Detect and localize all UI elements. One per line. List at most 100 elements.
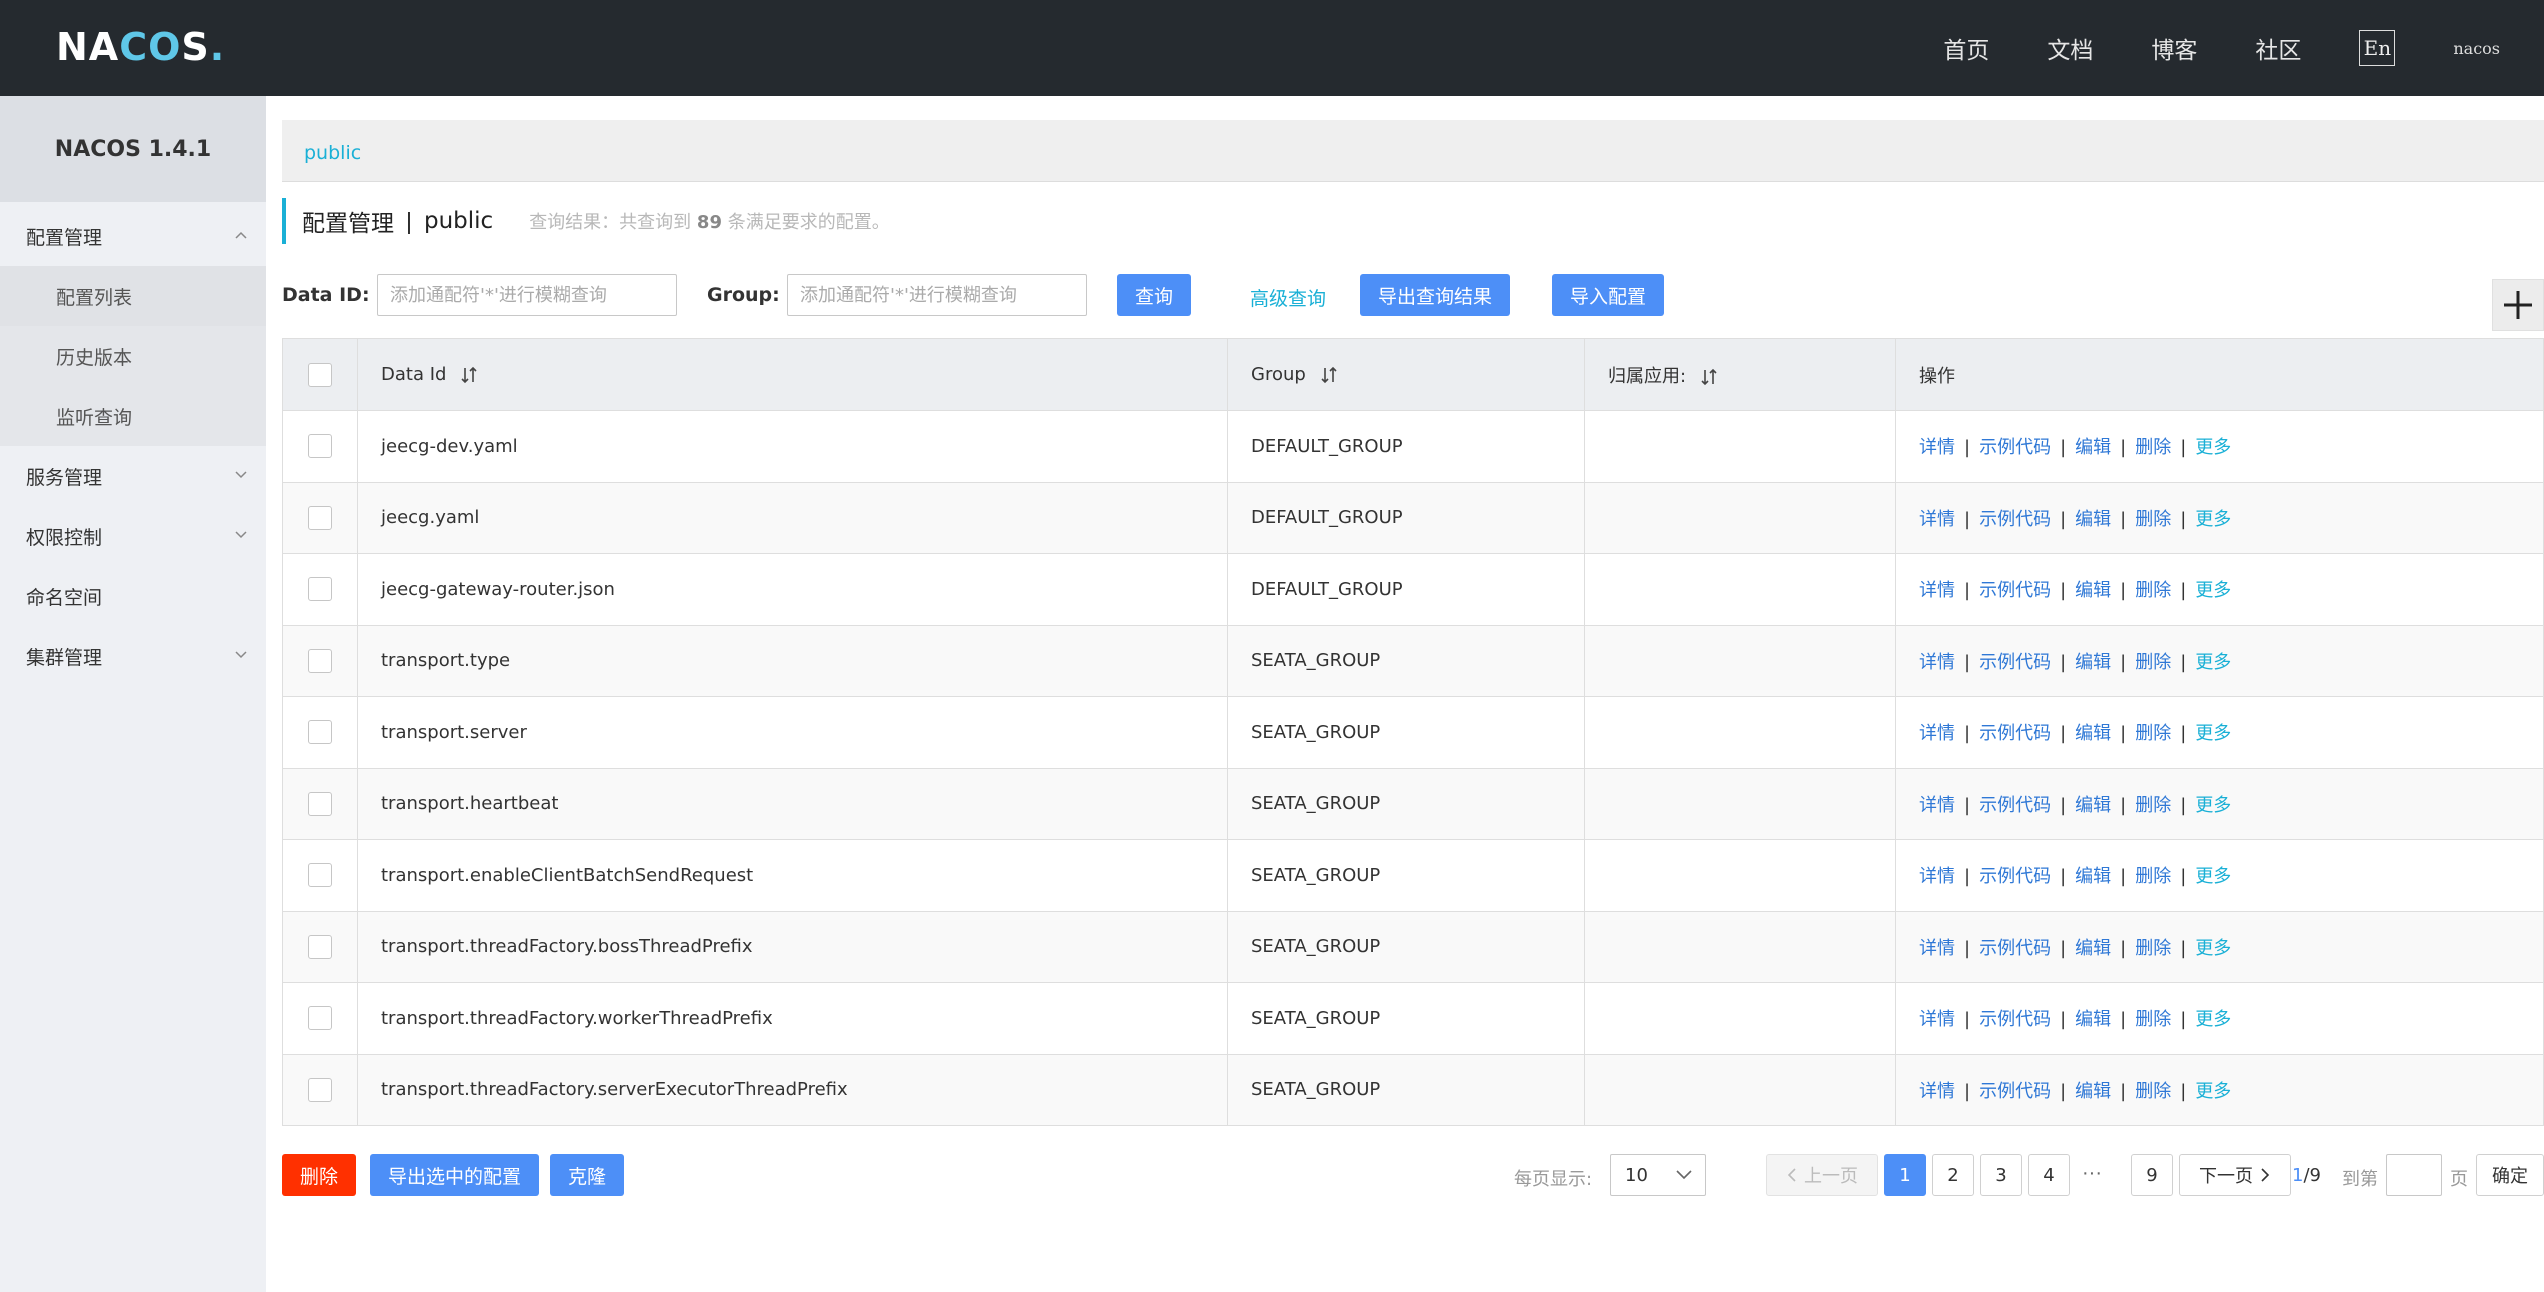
row-checkbox[interactable] [308,1077,332,1102]
more-link[interactable]: 更多 [2195,795,2231,816]
detail-link[interactable]: 详情 [1919,509,1955,530]
sample-code-link[interactable]: 示例代码 [1979,580,2051,601]
delete-link[interactable]: 删除 [2135,795,2171,816]
sort-icon[interactable] [460,365,478,385]
page-button-4[interactable]: 4 [2028,1154,2070,1196]
export-results-button[interactable]: 导出查询结果 [1360,274,1511,316]
delete-link[interactable]: 删除 [2135,509,2171,530]
delete-link[interactable]: 删除 [2135,1081,2171,1102]
sidebar-item-history[interactable]: 历史版本 [0,326,266,386]
page-button-1[interactable]: 1 [1884,1154,1926,1196]
sample-code-link[interactable]: 示例代码 [1979,652,2051,673]
sample-code-link[interactable]: 示例代码 [1979,1081,2051,1102]
sample-code-link[interactable]: 示例代码 [1979,938,2051,959]
user-menu[interactable]: nacos [2453,39,2500,58]
detail-link[interactable]: 详情 [1919,580,1955,601]
edit-link[interactable]: 编辑 [2075,795,2111,816]
delete-link[interactable]: 删除 [2135,1009,2171,1030]
edit-link[interactable]: 编辑 [2075,652,2111,673]
delete-selected-button[interactable]: 删除 [282,1154,357,1196]
query-button[interactable]: 查询 [1117,274,1192,316]
sample-code-link[interactable]: 示例代码 [1979,866,2051,887]
prev-page-button[interactable]: 上一页 [1766,1154,1878,1196]
more-link[interactable]: 更多 [2195,938,2231,959]
delete-link[interactable]: 删除 [2135,652,2171,673]
goto-confirm-button[interactable]: 确定 [2476,1154,2544,1196]
page-button-2[interactable]: 2 [1932,1154,1974,1196]
more-link[interactable]: 更多 [2195,580,2231,601]
nav-blog[interactable]: 博客 [2151,31,2197,65]
header-app[interactable]: 归属应用: [1584,338,1896,411]
more-link[interactable]: 更多 [2195,723,2231,744]
sort-icon[interactable] [1700,367,1718,387]
dataid-search-input[interactable] [377,274,677,316]
advanced-query-link[interactable]: 高级查询 [1250,284,1326,311]
more-link[interactable]: 更多 [2195,1081,2231,1102]
sidebar-item-config-mgmt[interactable]: 配置管理 [0,206,266,266]
row-checkbox[interactable] [308,1006,332,1031]
row-checkbox[interactable] [308,505,332,530]
nav-community[interactable]: 社区 [2255,31,2301,65]
edit-link[interactable]: 编辑 [2075,938,2111,959]
row-checkbox[interactable] [308,934,332,959]
sidebar-item-auth[interactable]: 权限控制 [0,506,266,566]
edit-link[interactable]: 编辑 [2075,1081,2111,1102]
goto-page-input[interactable] [2386,1154,2442,1196]
sidebar-item-service-mgmt[interactable]: 服务管理 [0,446,266,506]
more-link[interactable]: 更多 [2195,1009,2231,1030]
select-all-checkbox[interactable] [308,362,332,387]
sidebar-item-config-list[interactable]: 配置列表 [0,266,266,326]
sort-icon[interactable] [1320,365,1338,385]
delete-link[interactable]: 删除 [2135,723,2171,744]
nav-home[interactable]: 首页 [1943,31,1989,65]
row-checkbox[interactable] [308,720,332,745]
nav-docs[interactable]: 文档 [2047,31,2093,65]
edit-link[interactable]: 编辑 [2075,437,2111,458]
detail-link[interactable]: 详情 [1919,866,1955,887]
edit-link[interactable]: 编辑 [2075,723,2111,744]
sample-code-link[interactable]: 示例代码 [1979,509,2051,530]
row-checkbox[interactable] [308,863,332,888]
page-size-select[interactable]: 10 [1610,1154,1706,1196]
row-checkbox[interactable] [308,648,332,673]
sample-code-link[interactable]: 示例代码 [1979,795,2051,816]
more-link[interactable]: 更多 [2195,652,2231,673]
delete-link[interactable]: 删除 [2135,866,2171,887]
detail-link[interactable]: 详情 [1919,437,1955,458]
header-group[interactable]: Group [1227,338,1585,411]
header-data-id[interactable]: Data Id [357,338,1228,411]
detail-link[interactable]: 详情 [1919,938,1955,959]
edit-link[interactable]: 编辑 [2075,1009,2111,1030]
row-checkbox[interactable] [308,434,332,459]
more-link[interactable]: 更多 [2195,866,2231,887]
group-search-input[interactable] [787,274,1087,316]
nacos-logo[interactable]: NA CO S. [56,22,225,72]
row-checkbox[interactable] [308,791,332,816]
namespace-link-public[interactable]: public [304,142,361,164]
detail-link[interactable]: 详情 [1919,652,1955,673]
detail-link[interactable]: 详情 [1919,1081,1955,1102]
detail-link[interactable]: 详情 [1919,723,1955,744]
delete-link[interactable]: 删除 [2135,580,2171,601]
export-selected-button[interactable]: 导出选中的配置 [370,1154,540,1196]
next-page-button[interactable]: 下一页 [2179,1154,2291,1196]
delete-link[interactable]: 删除 [2135,437,2171,458]
page-button-9[interactable]: 9 [2131,1154,2173,1196]
sample-code-link[interactable]: 示例代码 [1979,723,2051,744]
row-checkbox[interactable] [308,577,332,602]
import-config-button[interactable]: 导入配置 [1552,274,1665,316]
edit-link[interactable]: 编辑 [2075,509,2111,530]
edit-link[interactable]: 编辑 [2075,580,2111,601]
sample-code-link[interactable]: 示例代码 [1979,1009,2051,1030]
detail-link[interactable]: 详情 [1919,1009,1955,1030]
add-config-button[interactable] [2492,279,2544,331]
edit-link[interactable]: 编辑 [2075,866,2111,887]
sidebar-item-cluster[interactable]: 集群管理 [0,626,266,686]
sidebar-item-listener[interactable]: 监听查询 [0,386,266,446]
clone-button[interactable]: 克隆 [550,1154,625,1196]
detail-link[interactable]: 详情 [1919,795,1955,816]
page-button-3[interactable]: 3 [1980,1154,2022,1196]
language-toggle-button[interactable]: En [2359,30,2396,66]
more-link[interactable]: 更多 [2195,437,2231,458]
more-link[interactable]: 更多 [2195,509,2231,530]
